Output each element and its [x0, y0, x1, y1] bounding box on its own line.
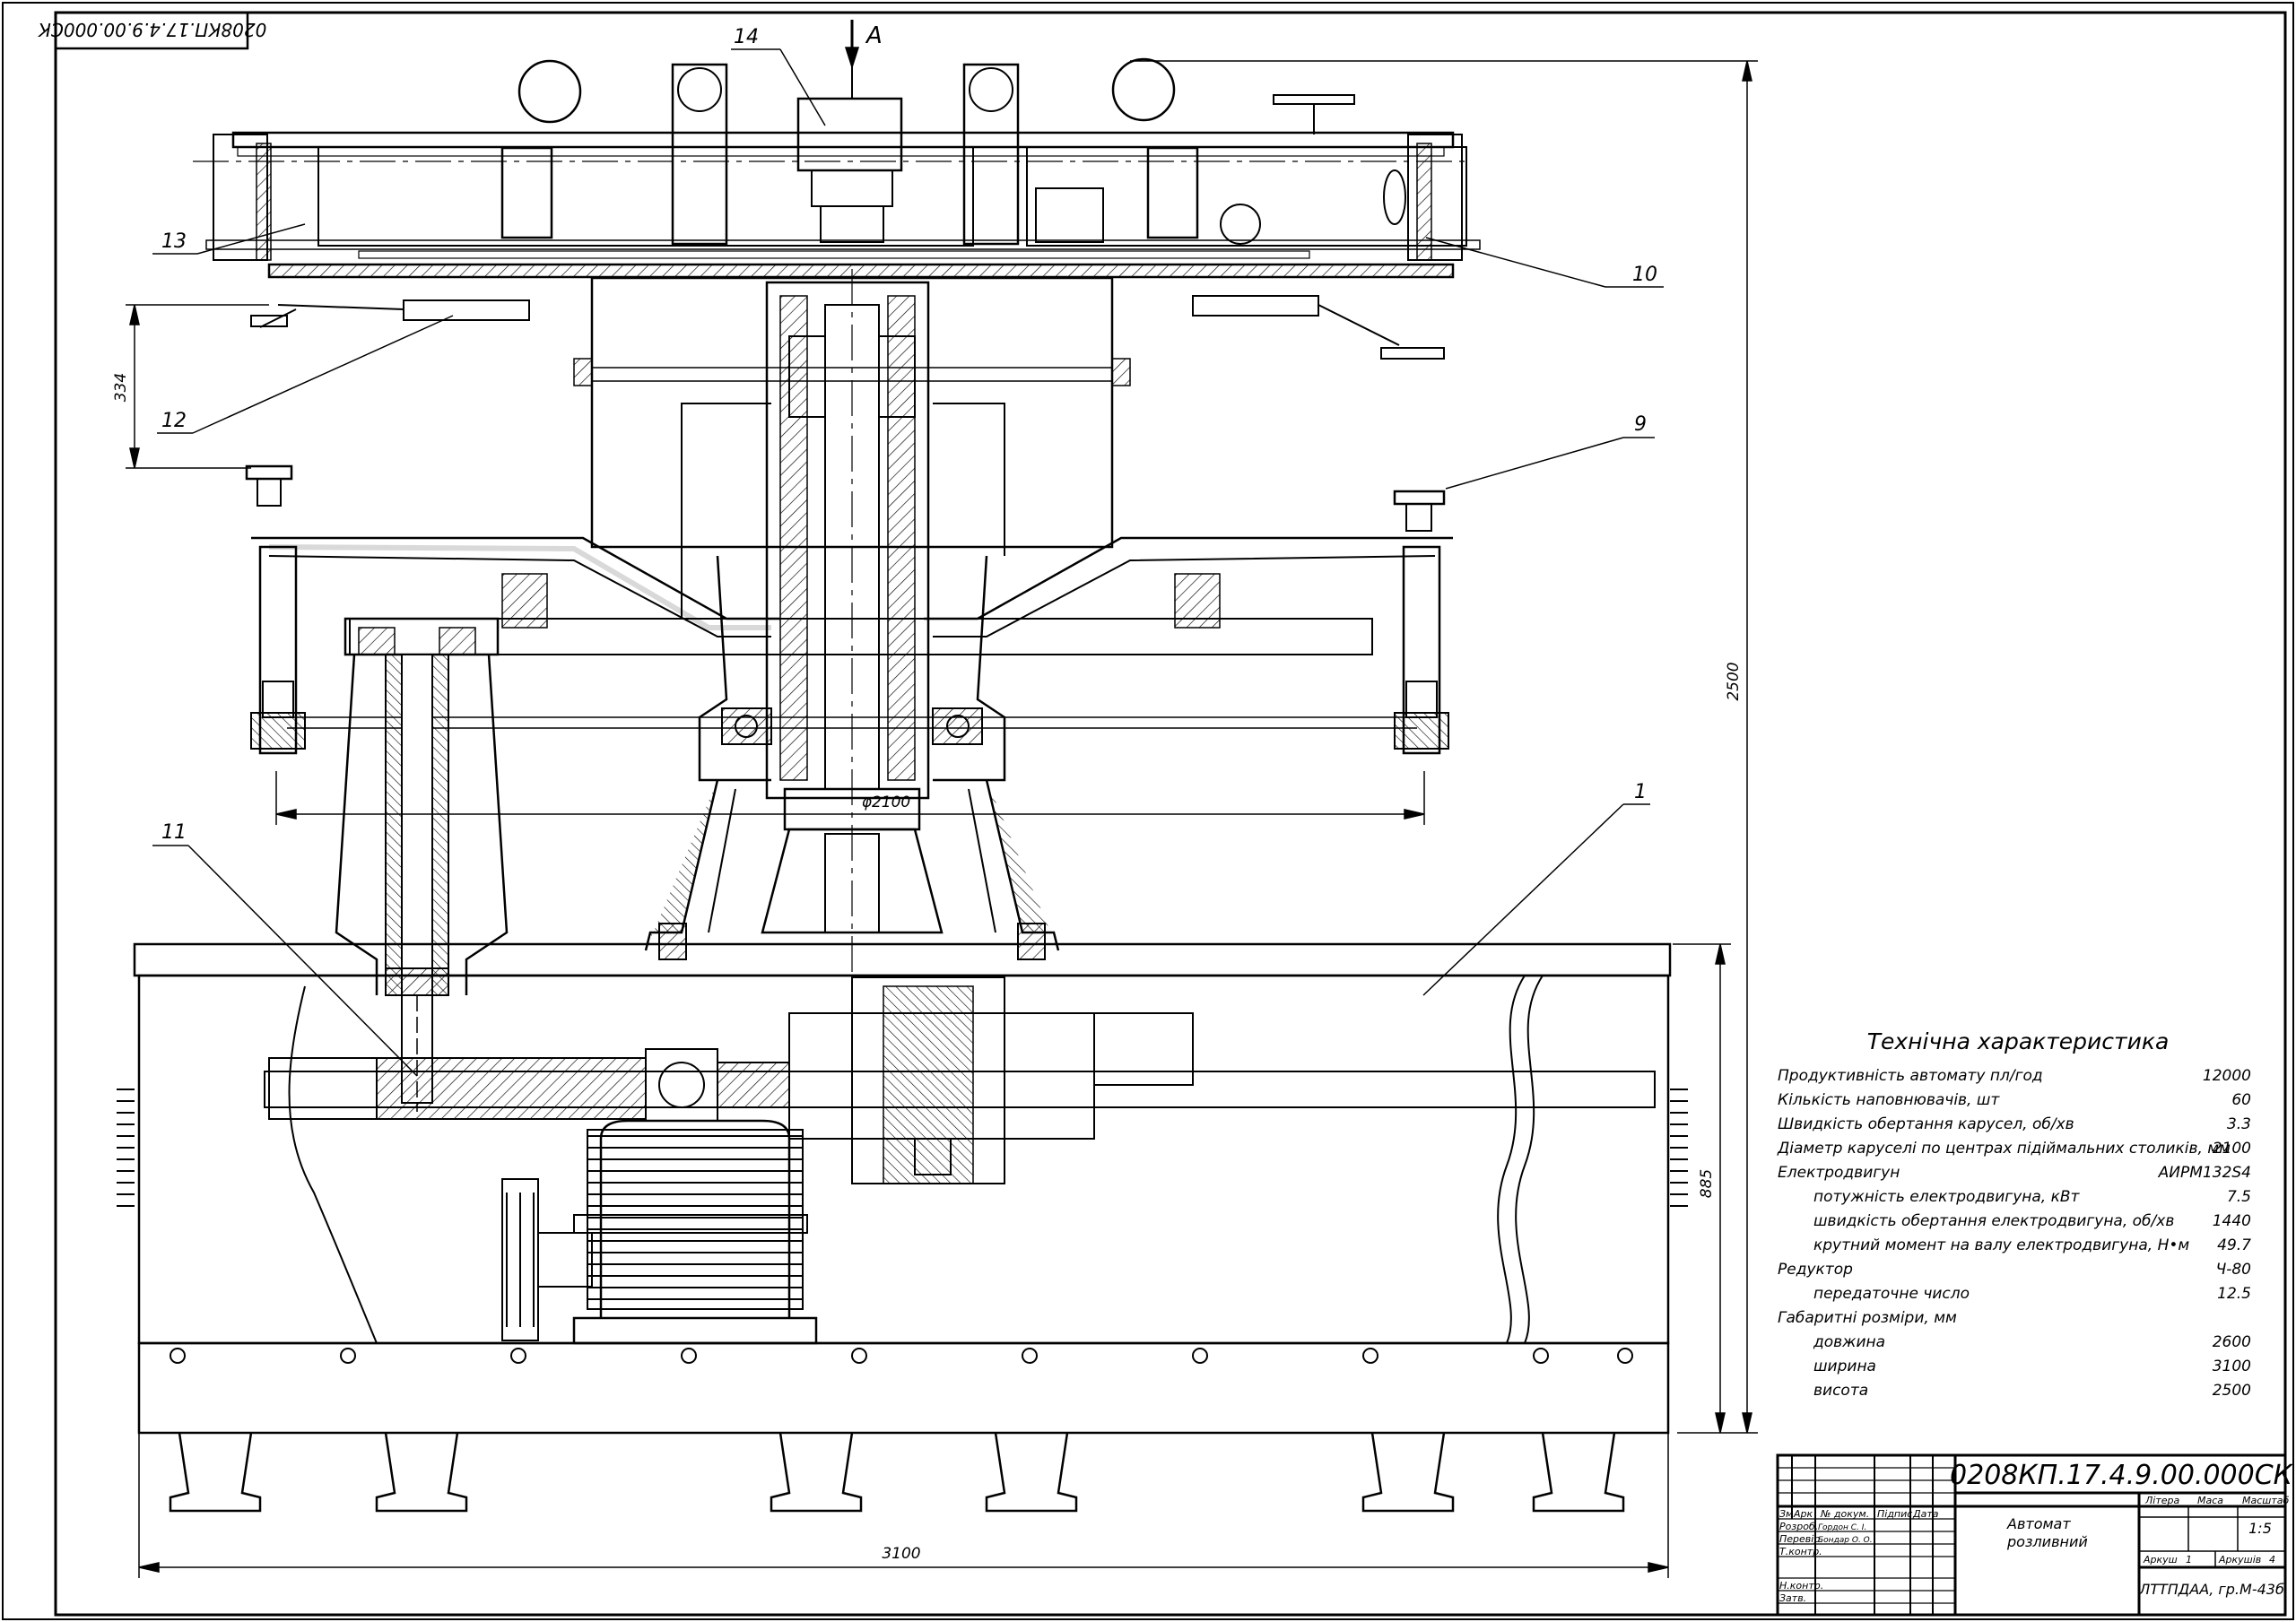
corner-code-stamp: 0208КП.17.4.9.00.000СК: [38, 11, 266, 50]
gear-reducer: [501, 1119, 818, 1345]
callout-13: 13: [161, 230, 187, 253]
tb-sheet-label: Аркуш: [2143, 1554, 2178, 1566]
dim-height-overall: 2500: [1725, 662, 1743, 700]
tech-row-value: 3.3: [2227, 1115, 2251, 1133]
tech-row-value: 60: [2231, 1091, 2251, 1109]
tech-row-label: Редуктор: [1778, 1261, 1853, 1279]
tb-mass-label: Маса: [2197, 1495, 2223, 1506]
tech-row-label: потужність електродвигуна, кВт: [1813, 1188, 2081, 1206]
tb-header-sign: Підпис: [1877, 1508, 1912, 1520]
tech-row-label: Швидкість обертання карусел, об/хв: [1778, 1115, 2074, 1133]
tech-row-label: крутний момент на валу електродвигуна, Н…: [1813, 1236, 2189, 1254]
callout-9: 9: [1634, 413, 1647, 436]
tb-role-ncontrol: Н.контр.: [1779, 1580, 1823, 1592]
tb-name-line2: розливний: [2006, 1533, 2088, 1550]
tech-row-value: 2500: [2213, 1382, 2251, 1400]
callout-14: 14: [734, 26, 759, 48]
drawing-code: 0208КП.17.4.9.00.000СК: [1950, 1460, 2294, 1491]
tech-row-value: 49.7: [2217, 1236, 2251, 1254]
dimension-lines: [126, 20, 1758, 1578]
tech-row-label: висота: [1813, 1382, 1868, 1400]
tb-header-sheet: Арк: [1793, 1508, 1813, 1520]
callout-1: 1: [1634, 781, 1647, 803]
callout-11: 11: [161, 821, 187, 844]
tb-header-docno: № докум.: [1820, 1508, 1869, 1520]
dim-width-overall: 3100: [882, 1545, 920, 1563]
tb-name-line1: Автомат: [2006, 1515, 2071, 1532]
tech-row-label: довжина: [1813, 1333, 1885, 1351]
tech-row-label: Кількість наповнювачів, шт: [1778, 1091, 2000, 1109]
tech-row-label: передаточне число: [1813, 1285, 1970, 1303]
tb-sheet-no: 1: [2186, 1554, 2192, 1566]
tech-row-label: Електродвигун: [1778, 1164, 1900, 1182]
dim-base-height: 885: [1698, 1169, 1716, 1198]
callout-10: 10: [1632, 264, 1657, 286]
tech-title: Технічна характеристика: [1867, 1028, 2170, 1054]
tech-row-value: 2100: [2213, 1140, 2251, 1158]
tech-row-value: 1440: [2213, 1212, 2251, 1230]
tb-header-date: Дата: [1912, 1508, 1939, 1520]
tb-role-approved: Затв.: [1779, 1592, 1806, 1604]
tech-row-value: 7.5: [2227, 1188, 2251, 1206]
carousel-upper: [193, 20, 1481, 360]
tb-role-checked: Перевір.: [1779, 1533, 1823, 1545]
tech-row-value: 12000: [2203, 1067, 2251, 1085]
tech-row-value: 3100: [2213, 1357, 2251, 1375]
dim-carousel-diameter: φ2100: [862, 794, 910, 811]
assembly-drawing-sheet: 0208КП.17.4.9.00.000СК 3100 2500 885 φ21…: [2, 2, 2294, 1620]
tech-row-label: ширина: [1813, 1357, 1876, 1375]
tb-header-change: Зм: [1779, 1508, 1793, 1520]
callout-12: 12: [161, 410, 187, 432]
tb-scale: 1:5: [2248, 1520, 2272, 1537]
tech-row-value: 12.5: [2217, 1285, 2251, 1303]
drive-shaft-housing: [335, 617, 509, 1112]
machine-base: [117, 942, 1688, 1435]
dim-lift-height: 334: [112, 373, 130, 402]
tb-litera-label: Літера: [2144, 1495, 2179, 1506]
section-view-label: А: [865, 22, 883, 49]
tb-sheets-total: 4: [2269, 1554, 2275, 1566]
tech-row-label: Діаметр каруселі по центрах підіймальних…: [1777, 1140, 2231, 1158]
tb-checker: Бондар О. О.: [1818, 1536, 1873, 1545]
tb-role-developed: Розроб.: [1779, 1521, 1818, 1532]
tb-role-tcontrol: Т.контр.: [1779, 1546, 1822, 1557]
tech-row-value: 2600: [2213, 1333, 2251, 1351]
tb-sheets-label: Аркушів: [2218, 1554, 2261, 1566]
tech-spec-list: Продуктивність автомату пл/год 12000 Кільк…: [1777, 1067, 2251, 1400]
tech-row-value: Ч-80: [2216, 1261, 2251, 1279]
tech-row-label: Продуктивність автомату пл/год: [1778, 1067, 2043, 1085]
tb-organization: ЛТТПДАА, гр.М-43б: [2138, 1581, 2284, 1598]
tb-scale-label: Масштаб: [2242, 1495, 2289, 1506]
tb-developer: Гордон С. І.: [1818, 1523, 1866, 1532]
tech-row-label: швидкість обертання електродвигуна, об/х…: [1813, 1212, 2174, 1230]
tech-row-value: АИРМ132S4: [2158, 1164, 2251, 1182]
machine-legs: [169, 1432, 1625, 1513]
tech-row-label: Габаритні розміри, мм: [1778, 1309, 1957, 1327]
corner-code-text: 0208КП.17.4.9.00.000СК: [38, 19, 266, 40]
